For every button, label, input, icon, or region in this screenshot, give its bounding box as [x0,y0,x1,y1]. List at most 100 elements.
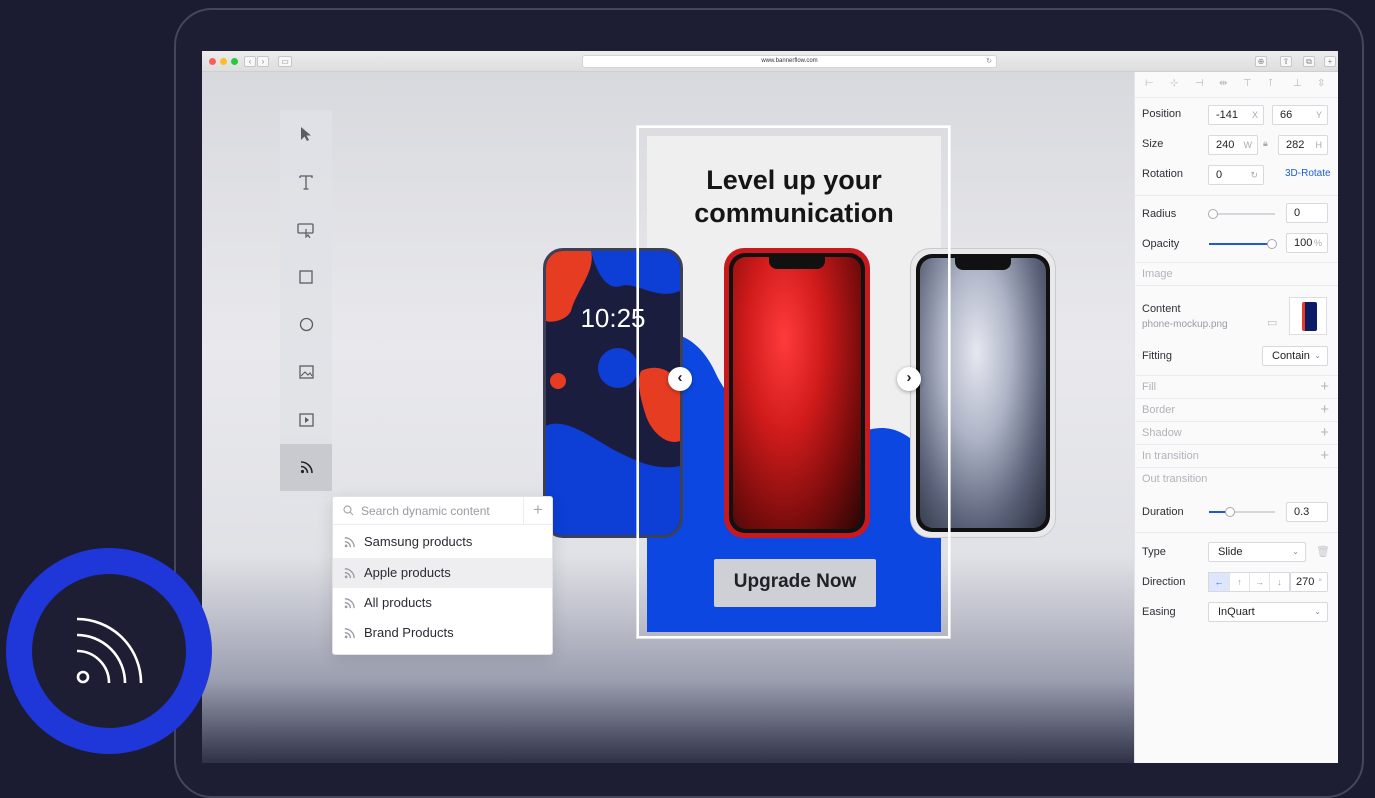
phone-wallpaper [733,257,861,529]
widget-tool[interactable] [280,206,332,253]
rectangle-tool[interactable] [280,253,332,300]
list-item[interactable]: All products [333,588,552,618]
forward-button[interactable]: › [257,56,269,67]
image-tool[interactable] [280,348,332,395]
direction-label: Direction [1142,576,1186,588]
opacity-slider-knob[interactable] [1267,239,1277,249]
duration-slider[interactable] [1209,507,1275,517]
ellipse-tool[interactable] [280,301,332,348]
easing-select[interactable]: InQuart ⌄ [1208,602,1328,622]
easing-label: Easing [1142,606,1176,618]
out-transition-section[interactable]: Out transition [1134,467,1338,490]
fitting-select[interactable]: Contain ⌄ [1262,346,1328,366]
list-item-label: Samsung products [364,534,473,549]
iphone-red[interactable] [724,248,870,538]
minimize-window-button[interactable] [220,58,227,65]
direction-right-button[interactable]: → [1249,573,1269,591]
upgrade-now-button[interactable]: Upgrade Now [714,559,876,607]
dynamic-content-search[interactable]: Search dynamic content + [333,497,552,525]
list-item[interactable]: Apple products [333,558,552,588]
lock-ratio-icon[interactable]: 🔒︎ [1263,138,1268,149]
opacity-input[interactable]: 100 % [1286,233,1328,253]
direction-left-button[interactable]: ← [1209,573,1229,591]
text-tool[interactable] [280,158,332,205]
rotation-input[interactable]: 0 ↻ [1208,165,1264,185]
back-button[interactable]: ‹ [244,56,256,67]
position-y-value: 66 [1280,109,1293,121]
thumbnail-phone [1302,302,1317,331]
out-transition-title: Out transition [1142,473,1208,485]
content-thumbnail[interactable] [1289,297,1327,335]
position-x-input[interactable]: -141 X [1208,105,1264,125]
fill-section[interactable]: Fill + [1134,375,1338,398]
size-h-input[interactable]: 282 H [1278,135,1328,155]
add-in-transition-icon[interactable]: + [1320,445,1329,467]
size-w-value: 240 [1216,139,1235,151]
add-border-icon[interactable]: + [1320,399,1329,421]
position-y-input[interactable]: 66 Y [1272,105,1328,125]
type-label: Type [1142,546,1166,558]
carousel-next-button[interactable]: › [897,367,921,391]
add-dynamic-content-button[interactable]: + [523,497,552,525]
list-item[interactable]: Samsung products [333,527,552,557]
sidebar-toggle-icon[interactable]: ▭ [278,56,292,67]
shadow-section-title: Shadow [1142,427,1182,439]
tabs-icon[interactable]: ⧉ [1303,56,1315,67]
shadow-section[interactable]: Shadow + [1134,421,1338,444]
maximize-window-button[interactable] [231,58,238,65]
radius-slider[interactable] [1208,209,1275,219]
trash-icon[interactable]: 🗑︎ [1316,545,1330,558]
close-window-button[interactable] [209,58,216,65]
rss-icon [344,568,355,579]
select-tool[interactable] [280,110,332,157]
position-x-unit: X [1251,110,1258,120]
samsung-phone[interactable]: 10:25 [543,248,683,538]
duration-input[interactable]: 0.3 [1286,502,1328,522]
list-item-label: All products [364,595,432,610]
tool-palette [280,110,332,498]
direction-up-button[interactable]: ↑ [1229,573,1249,591]
add-fill-icon[interactable]: + [1320,376,1329,398]
rotate-3d-link[interactable]: 3D-Rotate [1285,168,1331,179]
folder-icon[interactable]: ▭ [1267,316,1277,329]
phone-wallpaper [920,258,1046,528]
direction-value: 270 [1296,576,1315,588]
type-select[interactable]: Slide ⌄ [1208,542,1306,562]
border-section-title: Border [1142,404,1176,416]
video-tool[interactable] [280,396,332,443]
feed-tool[interactable] [280,444,332,491]
direction-down-button[interactable]: ↓ [1269,573,1289,591]
border-section[interactable]: Border + [1134,398,1338,421]
fitting-value: Contain [1272,350,1310,362]
browser-toolbar: ‹ › ▭ www.bannerflow.com ↻ ⊕ ⇪ ⧉ + [202,51,1338,72]
new-tab-button[interactable]: + [1324,56,1336,67]
phone-notch [955,258,1011,270]
opacity-slider[interactable] [1209,239,1277,249]
phone-screen [916,254,1050,532]
image-section-title: Image [1142,268,1173,280]
radius-slider-knob[interactable] [1208,209,1218,219]
duration-slider-knob[interactable] [1225,507,1235,517]
duration-value: 0.3 [1294,506,1310,518]
reload-icon[interactable]: ↻ [986,56,992,67]
phone-screen [729,253,865,533]
in-transition-title: In transition [1142,450,1199,462]
divider [1134,285,1338,286]
carousel-prev-button[interactable]: ‹ [668,367,692,391]
direction-input[interactable]: 270 ° [1290,572,1328,592]
add-shadow-icon[interactable]: + [1320,422,1329,444]
fill-section-title: Fill [1142,381,1157,393]
radius-label: Radius [1142,208,1177,220]
share-icon[interactable]: ⇪ [1280,56,1292,67]
in-transition-section[interactable]: In transition + [1134,444,1338,467]
radius-input[interactable]: 0 [1286,203,1328,223]
divider [1134,532,1338,533]
address-bar[interactable]: www.bannerflow.com ↻ [582,55,997,68]
list-item[interactable]: Brand Products [333,618,552,648]
easing-value: InQuart [1218,606,1255,618]
search-icon [343,505,354,516]
download-icon[interactable]: ⊕ [1255,56,1267,67]
iphone-white[interactable] [910,248,1056,538]
size-w-input[interactable]: 240 W [1208,135,1258,155]
rss-icon [344,628,355,639]
